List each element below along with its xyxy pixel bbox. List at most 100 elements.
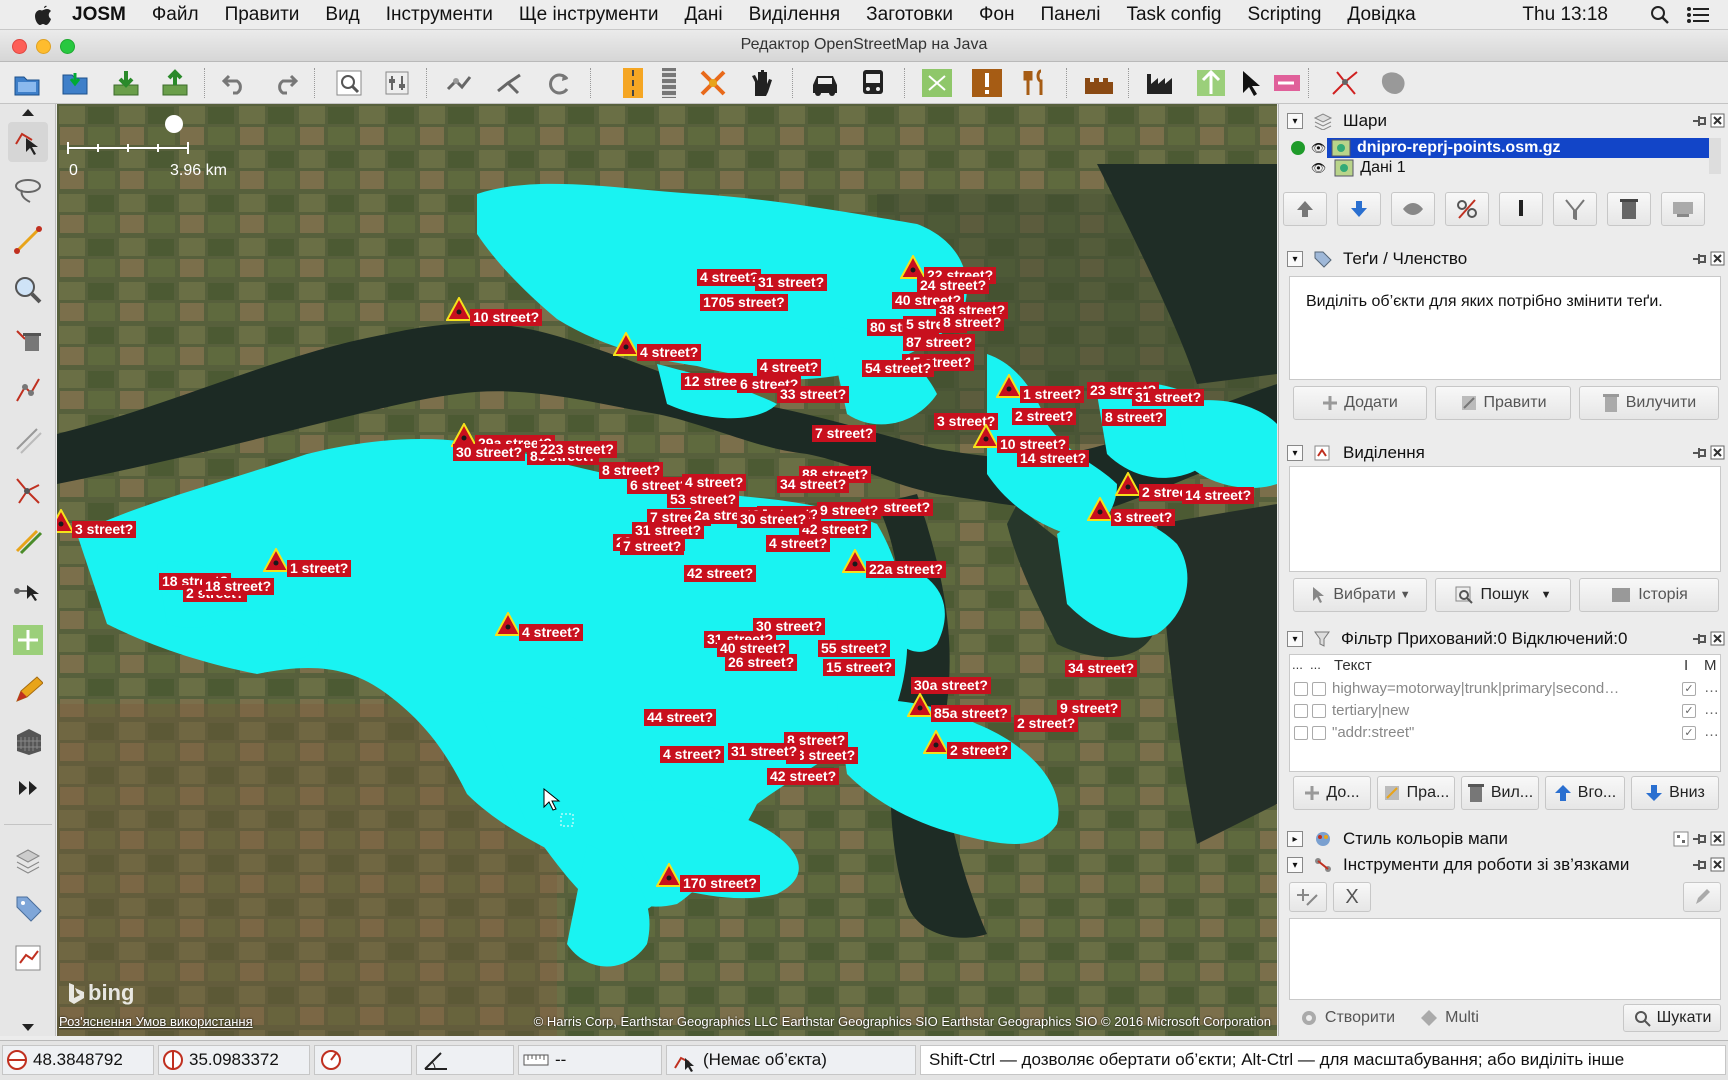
collapse-icon[interactable]: ▾ [1287, 857, 1303, 873]
castle-preset-button[interactable] [1080, 66, 1118, 100]
menu-selection[interactable]: Виділення [749, 4, 841, 26]
more-modes-icon[interactable] [8, 768, 48, 808]
redo-button[interactable] [266, 66, 304, 100]
street-label[interactable]: 3 street? [1111, 509, 1176, 526]
pin-icon[interactable] [1691, 857, 1707, 873]
delete-tag-button[interactable]: Вилучити [1579, 386, 1719, 420]
filter-enable-checkbox[interactable] [1294, 704, 1308, 718]
menu-file[interactable]: Файл [152, 4, 199, 26]
draw-mode-button[interactable] [8, 220, 48, 260]
street-label[interactable]: 53 street? [667, 491, 740, 508]
lasso-mode-button[interactable] [8, 170, 48, 210]
edit-path-button[interactable] [8, 520, 48, 560]
food-preset-button[interactable] [1016, 66, 1054, 100]
app-menu[interactable]: JOSM [72, 4, 126, 26]
map-data-preset-button[interactable] [1192, 66, 1230, 100]
layers-scrollbar[interactable] [1709, 138, 1721, 174]
street-label[interactable]: 223 street? [537, 441, 617, 458]
street-label[interactable]: 4 street? [766, 535, 831, 552]
apple-icon[interactable] [26, 3, 60, 27]
street-label[interactable]: 15 street? [823, 659, 896, 676]
filter-mode-icon[interactable]: … [1704, 679, 1719, 696]
pin-icon[interactable] [1691, 631, 1707, 647]
menu-task-config[interactable]: Task config [1126, 4, 1221, 26]
terms-link[interactable]: Роз'яснення Умов використання [59, 1014, 253, 1029]
street-label[interactable]: 18 street? [202, 578, 275, 595]
close-icon[interactable] [1710, 631, 1725, 646]
filter-up-button[interactable]: Вго... [1545, 776, 1625, 810]
industrial-preset-button[interactable] [1142, 66, 1180, 100]
street-label[interactable]: 30a street? [911, 677, 991, 694]
edit-relation-button[interactable] [1683, 882, 1721, 912]
upload-button[interactable] [156, 66, 194, 100]
street-label[interactable]: 31 street? [632, 522, 705, 539]
street-label[interactable]: 8 street? [1102, 409, 1167, 426]
select-cursor-button[interactable] [1232, 66, 1270, 100]
filter-enable-checkbox[interactable] [1294, 682, 1308, 696]
notification-center-icon[interactable] [1686, 5, 1710, 31]
visibility-eye-icon[interactable]: 👁 [1311, 161, 1326, 175]
layers-toggle-icon[interactable] [8, 840, 48, 880]
bus-preset-button[interactable] [854, 66, 892, 100]
menu-edit[interactable]: Правити [225, 4, 300, 26]
menu-more-tools[interactable]: Ще інструменти [519, 4, 659, 26]
multipolygon-button[interactable]: Multi [1409, 1004, 1489, 1032]
street-label[interactable]: 4 street? [682, 474, 747, 491]
street-label[interactable]: 9 street? [817, 502, 882, 519]
relation-members-list[interactable] [1289, 918, 1721, 1000]
collapse-icon[interactable]: ▾ [1287, 445, 1303, 461]
menu-windows[interactable]: Панелі [1040, 4, 1100, 26]
street-label[interactable]: 22a street? [866, 561, 946, 578]
search-relation-button[interactable]: Шукати [1623, 1004, 1721, 1032]
railway-preset-button[interactable] [650, 66, 688, 100]
street-label[interactable]: 2 street? [947, 742, 1012, 759]
street-label[interactable]: 24 street? [917, 277, 990, 294]
street-label[interactable]: 31 street? [1132, 389, 1205, 406]
street-label[interactable]: 14 street? [1182, 487, 1255, 504]
menu-help[interactable]: Довідка [1347, 4, 1415, 26]
reverse-way-button[interactable] [540, 66, 578, 100]
close-icon[interactable] [1710, 857, 1725, 872]
warning-preset-button[interactable] [968, 66, 1006, 100]
relation-preset-button[interactable] [1268, 66, 1306, 100]
filter-layer-button[interactable] [1553, 192, 1597, 226]
undo-button[interactable] [216, 66, 254, 100]
tags-toggle-icon[interactable] [8, 888, 48, 928]
close-icon[interactable] [1710, 113, 1725, 128]
delete-layer-button[interactable] [1607, 192, 1651, 226]
building-tool-button[interactable] [8, 720, 48, 760]
spotlight-icon[interactable] [1650, 5, 1670, 31]
download-button[interactable] [107, 66, 145, 100]
menu-tools[interactable]: Інструменти [386, 4, 493, 26]
move-up-button[interactable] [1283, 192, 1327, 226]
menu-data[interactable]: Дані [684, 4, 722, 26]
street-label[interactable]: 54 street? [862, 360, 935, 377]
imagery-offset-button[interactable] [8, 620, 48, 660]
filter-hide-checkbox[interactable] [1312, 682, 1326, 696]
scroll-up-arrow-icon[interactable] [20, 104, 36, 122]
opacity-button[interactable] [1445, 192, 1489, 226]
filter-panel-header[interactable]: ▾ Фільтр Прихований:0 Відключений:0 [1279, 626, 1728, 652]
split-way-button[interactable] [440, 66, 478, 100]
pin-icon[interactable] [1691, 445, 1707, 461]
street-label[interactable]: 1 street? [287, 560, 352, 577]
street-label[interactable]: 1705 street? [700, 294, 788, 311]
add-member-button[interactable] [1289, 882, 1327, 912]
zoom-to-data-button[interactable] [330, 66, 368, 100]
select-mode-button[interactable] [8, 122, 48, 162]
node-drag-button[interactable] [8, 570, 48, 610]
collapse-icon[interactable]: ▾ [1287, 251, 1303, 267]
street-label[interactable]: 4 street? [637, 344, 702, 361]
street-label[interactable]: 10 street? [470, 309, 543, 326]
street-label[interactable]: 42 street? [684, 565, 757, 582]
close-icon[interactable] [1710, 251, 1725, 266]
settings-icon[interactable] [1673, 831, 1689, 847]
landuse-preset-button[interactable] [918, 66, 956, 100]
col-inverted[interactable]: I [1684, 657, 1688, 674]
clock[interactable]: Thu 13:18 [1522, 4, 1608, 26]
filter-delete-button[interactable]: Вил... [1461, 776, 1539, 810]
history-button[interactable]: Історія [1579, 578, 1719, 612]
filter-mode-icon[interactable]: … [1704, 723, 1719, 740]
remove-member-button[interactable]: X [1333, 882, 1371, 912]
preferences-button[interactable] [378, 66, 416, 100]
